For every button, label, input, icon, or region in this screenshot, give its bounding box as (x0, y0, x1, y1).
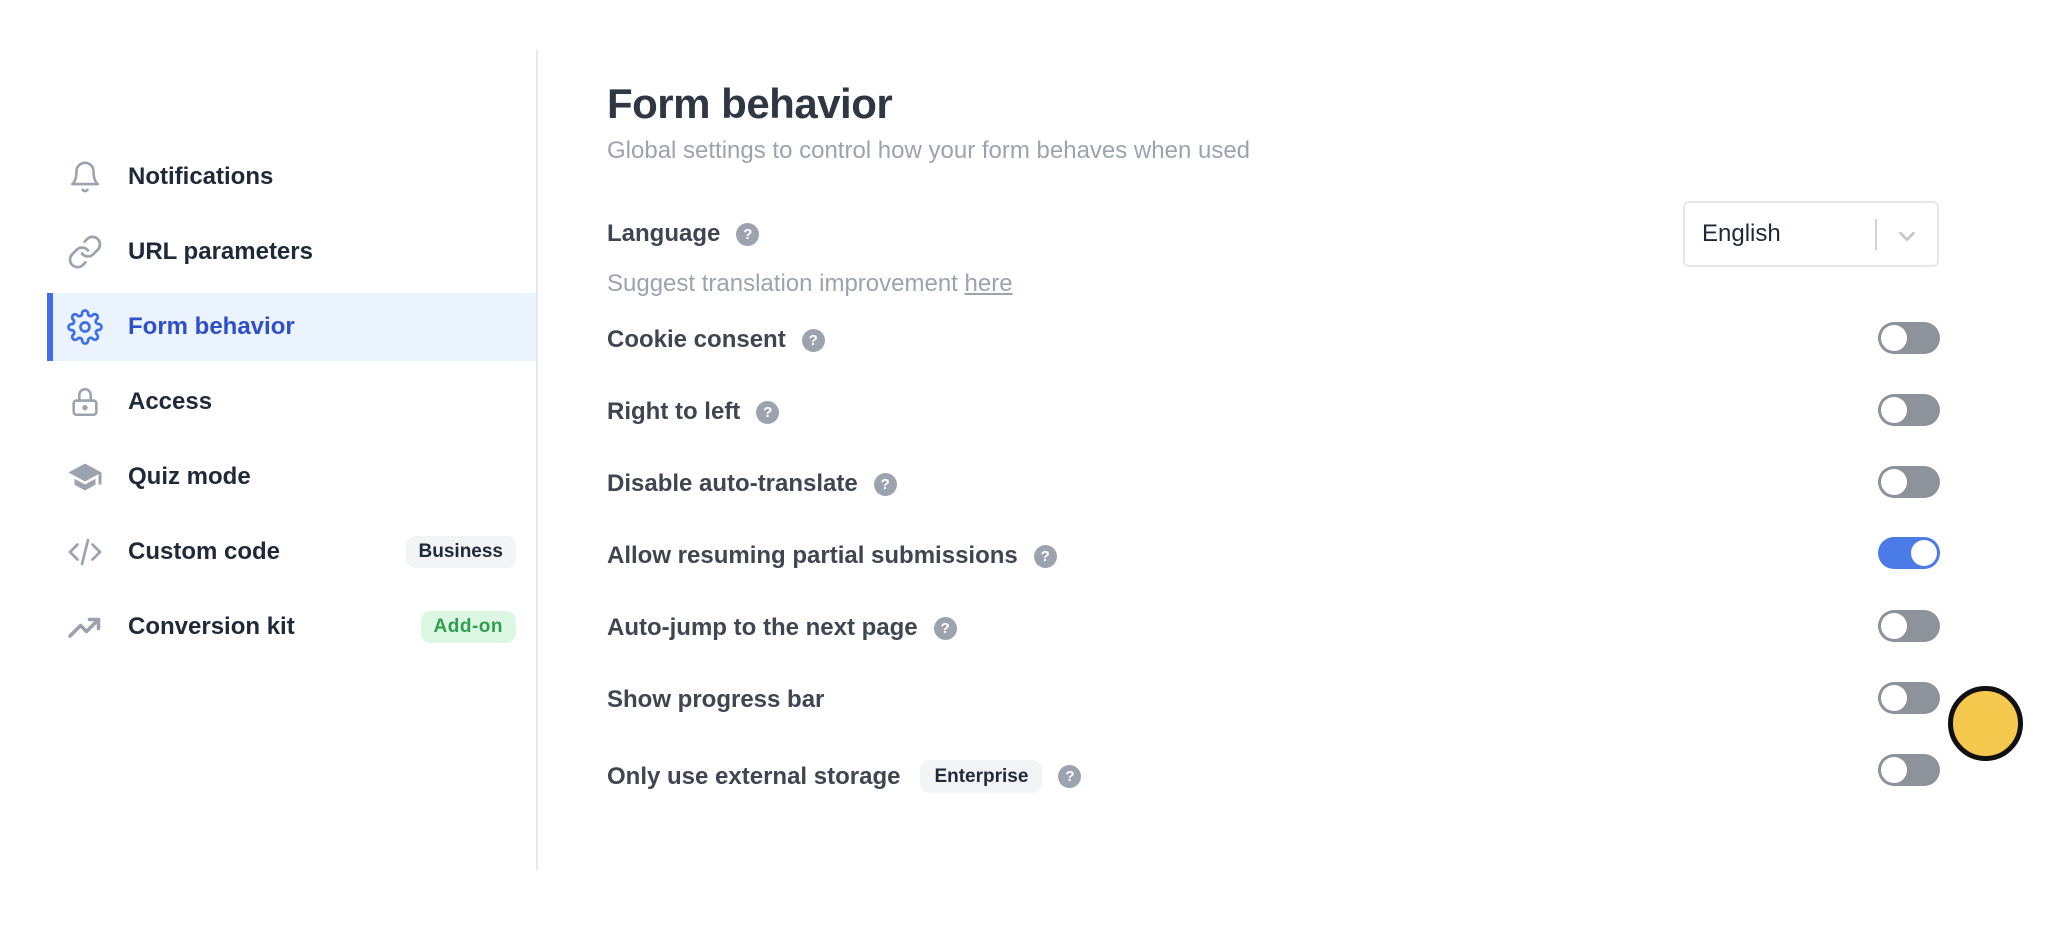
disable-auto-translate-toggle[interactable] (1878, 466, 1940, 498)
add-on-badge: Add-on (420, 611, 516, 643)
cookie-consent-setting: Cookie consent ? (607, 326, 825, 354)
external-storage-toggle[interactable] (1878, 754, 1940, 786)
cursor-indicator (1948, 686, 2023, 761)
allow-resuming-setting: Allow resuming partial submissions ? (607, 542, 1057, 570)
language-select-value: English (1702, 220, 1781, 247)
language-label: Language (607, 220, 721, 247)
page-title: Form behavior (607, 80, 893, 127)
trending-up-icon (67, 609, 103, 645)
help-icon[interactable]: ? (1058, 765, 1082, 788)
setting-label: Show progress bar (607, 686, 825, 713)
bell-icon (67, 159, 103, 195)
allow-resuming-toggle[interactable] (1878, 537, 1940, 569)
chevron-down-icon (1896, 225, 1918, 247)
help-icon[interactable]: ? (933, 616, 957, 640)
setting-label: Auto-jump to the next page (607, 614, 918, 641)
sidebar-item-label: Form behavior (128, 313, 295, 340)
sidebar-item-access[interactable]: Access (47, 368, 536, 436)
language-select[interactable]: English (1683, 201, 1939, 267)
setting-label: Only use external storage (607, 762, 901, 790)
setting-label: Right to left (607, 398, 741, 425)
suggest-translation-link[interactable]: here (965, 270, 1013, 297)
sidebar-item-conversion-kit[interactable]: Conversion kit Add-on (47, 593, 536, 661)
auto-jump-toggle[interactable] (1878, 610, 1940, 642)
sidebar-item-label: Conversion kit (128, 613, 295, 640)
code-icon (67, 534, 103, 570)
setting-label: Allow resuming partial submissions (607, 542, 1018, 569)
enterprise-badge: Enterprise (920, 760, 1043, 793)
lock-icon (67, 384, 103, 420)
sidebar-item-label: Quiz mode (128, 463, 251, 490)
link-icon (67, 234, 103, 270)
sidebar-item-quiz-mode[interactable]: Quiz mode (47, 443, 536, 511)
right-to-left-toggle[interactable] (1878, 394, 1940, 426)
sidebar-item-notifications[interactable]: Notifications (47, 143, 536, 211)
disable-auto-translate-setting: Disable auto-translate ? (607, 470, 897, 498)
sidebar-item-form-behavior[interactable]: Form behavior (47, 293, 536, 361)
gear-icon (67, 309, 103, 345)
cookie-consent-toggle[interactable] (1878, 322, 1940, 354)
external-storage-setting: Only use external storage Enterprise ? (607, 760, 1082, 793)
show-progress-bar-toggle[interactable] (1878, 682, 1940, 714)
sidebar-item-custom-code[interactable]: Custom code Business (47, 518, 536, 586)
sidebar-item-label: Notifications (128, 163, 274, 190)
graduation-cap-icon (67, 459, 103, 495)
help-icon[interactable]: ? (736, 222, 760, 246)
page-subtitle: Global settings to control how your form… (607, 137, 1251, 164)
setting-label: Disable auto-translate (607, 470, 858, 497)
sidebar-item-label: Custom code (128, 538, 281, 565)
help-icon[interactable]: ? (873, 472, 897, 496)
sidebar-item-label: URL parameters (128, 238, 313, 265)
sidebar-item-url-parameters[interactable]: URL parameters (47, 218, 536, 286)
right-to-left-setting: Right to left ? (607, 398, 780, 426)
auto-jump-setting: Auto-jump to the next page ? (607, 614, 957, 642)
settings-sidebar: Notifications URL parameters Form behavi… (47, 50, 538, 870)
help-icon[interactable]: ? (756, 400, 780, 424)
show-progress-bar-setting: Show progress bar (607, 686, 824, 714)
suggest-translation-text: Suggest translation improvement here (607, 270, 1013, 297)
select-divider (1875, 219, 1877, 250)
business-badge: Business (405, 536, 516, 568)
language-setting: Language ? (607, 220, 760, 248)
setting-label: Cookie consent (607, 326, 786, 353)
sidebar-item-label: Access (128, 388, 213, 415)
settings-panel: Form behavior Global settings to control… (607, 0, 1941, 927)
help-icon[interactable]: ? (1033, 544, 1057, 568)
help-icon[interactable]: ? (801, 328, 825, 352)
